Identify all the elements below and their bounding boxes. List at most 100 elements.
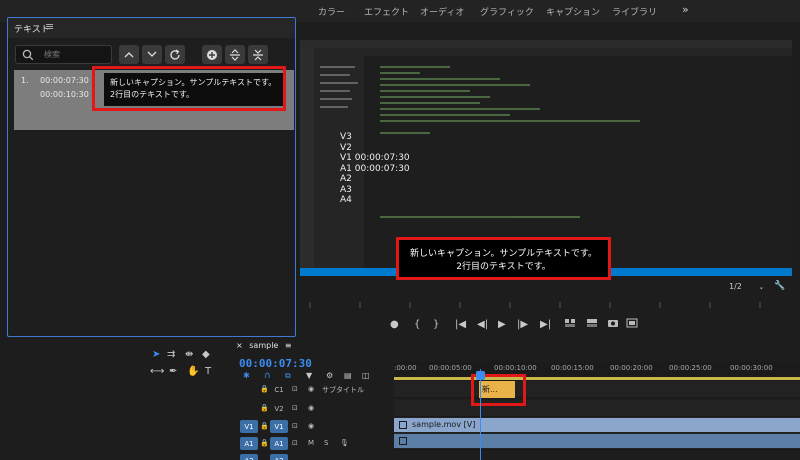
ripple-edit-tool-icon[interactable]: ⇼ — [185, 349, 193, 360]
caption-track-icon[interactable]: ▤ — [344, 371, 352, 380]
search-icon — [22, 49, 34, 61]
ruler-tick: :00:00 — [394, 364, 417, 372]
track-name-c1: サブタイトル — [322, 386, 364, 394]
slip-tool-icon[interactable]: ⟷ — [150, 366, 164, 377]
add-marker-button[interactable]: ● — [390, 319, 399, 330]
track-id-a2[interactable]: A2 — [270, 454, 288, 460]
workspace-more-button[interactable]: » — [682, 3, 689, 16]
mark-in-button[interactable]: { — [414, 319, 420, 330]
monitor-track-labels: V3 V2 V1 00:00:07:30 A1 00:00:07:30 A2 A… — [340, 132, 410, 206]
caption-options-icon[interactable]: ◫ — [362, 371, 370, 380]
lock-icon[interactable]: 🔒 — [260, 422, 269, 430]
workspace-tab-effects[interactable]: エフェクト — [364, 5, 409, 18]
resolution-value: 1/2 — [729, 282, 742, 291]
close-icon[interactable]: × — [236, 341, 243, 350]
caption-out-time[interactable]: 00:00:10:30 — [40, 90, 89, 99]
eye-icon[interactable]: ◉ — [308, 422, 314, 430]
mark-out-button[interactable]: } — [433, 319, 439, 330]
monitor-track-label-a1: A1 00:00:07:30 — [340, 163, 410, 174]
go-to-out-button[interactable]: ▶| — [540, 319, 551, 330]
split-icon — [230, 48, 240, 61]
wrench-icon[interactable]: 🔧 — [774, 281, 785, 291]
workspace-tab-libraries[interactable]: ライブラリ — [612, 5, 657, 18]
video-clip-label: sample.mov [V] — [412, 420, 476, 429]
microphone-icon[interactable]: 🎙 — [340, 439, 349, 447]
track-id-v2: V2 — [274, 404, 284, 413]
workspace-tab-graphics[interactable]: グラフィック — [480, 5, 534, 18]
track-select-tool-icon[interactable]: ⇉ — [167, 349, 175, 360]
source-patch-a1[interactable]: A1 — [240, 437, 258, 450]
monitor-track-label-a4: A4 — [340, 195, 352, 205]
source-patch-a2[interactable]: A2 — [240, 454, 258, 460]
workspace-tab-captions[interactable]: キャプション — [546, 5, 600, 18]
text-panel-header: テキスト ≡ — [8, 18, 295, 38]
go-to-in-button[interactable]: |◀ — [455, 319, 466, 330]
overwrite-icon[interactable] — [586, 318, 598, 328]
track-header-a2: A2 A2 — [232, 452, 392, 460]
razor-tool-icon[interactable]: ◆ — [202, 349, 210, 360]
snap-icon[interactable]: ∩ — [264, 371, 271, 381]
settings-wrench-icon[interactable]: ⚙ — [326, 371, 333, 380]
insert-icon[interactable] — [564, 318, 576, 328]
lock-icon[interactable]: 🔒 — [260, 439, 269, 447]
merge-caption-button[interactable] — [248, 45, 268, 64]
sequence-menu-icon[interactable]: ≡ — [285, 341, 292, 350]
work-area-bar[interactable] — [394, 377, 800, 380]
audio-clip[interactable] — [394, 434, 800, 448]
track-row-v2[interactable] — [394, 400, 800, 417]
caption-in-time[interactable]: 00:00:07:30 — [40, 76, 89, 85]
track-id-a1[interactable]: A1 — [270, 437, 288, 450]
eye-icon[interactable]: ◉ — [308, 385, 314, 393]
next-caption-button[interactable] — [142, 45, 162, 64]
play-button[interactable]: ▶ — [498, 319, 506, 330]
selection-tool-icon[interactable]: ➤ — [152, 349, 160, 360]
step-forward-button[interactable]: |▶ — [517, 319, 528, 330]
replace-button[interactable] — [165, 45, 185, 64]
previous-caption-button[interactable] — [119, 45, 139, 64]
workspace-tab-color[interactable]: カラー — [318, 5, 345, 18]
ruler-tick: 00:00:15:00 — [551, 364, 594, 372]
sync-lock-icon[interactable]: ⊡ — [292, 385, 298, 393]
chevron-down-icon: ⌄ — [758, 283, 765, 291]
playhead-handle[interactable] — [476, 371, 485, 380]
search-input[interactable]: 検索 — [15, 45, 112, 64]
lock-icon[interactable]: 🔒 — [260, 385, 269, 393]
linked-selection-icon[interactable]: ⧉ — [285, 371, 291, 381]
panel-menu-icon[interactable]: ≡ — [45, 20, 54, 33]
resolution-dropdown[interactable]: 1/2 ⌄ — [729, 282, 764, 291]
ruler-tick: 00:00:25:00 — [669, 364, 712, 372]
split-caption-button[interactable] — [225, 45, 245, 64]
step-back-button[interactable]: ◀| — [477, 319, 488, 330]
video-clip[interactable]: sample.mov [V] — [394, 418, 800, 432]
track-row-c1[interactable] — [394, 381, 800, 398]
sync-lock-icon[interactable]: ⊡ — [292, 404, 298, 412]
type-tool-icon[interactable]: T — [205, 366, 211, 377]
monitor-track-label-v3: V3 — [340, 132, 352, 142]
highlight-box — [92, 66, 286, 111]
source-patch-v1[interactable]: V1 — [240, 420, 258, 433]
add-caption-button[interactable] — [202, 45, 222, 64]
nest-icon[interactable]: ✱ — [243, 371, 250, 380]
marker-icon[interactable]: ▼ — [306, 371, 312, 380]
mute-icon[interactable]: M — [308, 439, 314, 447]
playhead-line[interactable] — [480, 369, 481, 460]
hand-tool-icon[interactable]: ✋ — [187, 366, 199, 377]
monitor-caption-line-2: 2行目のテキストです。 — [456, 262, 551, 272]
pen-tool-icon[interactable]: ✒ — [169, 366, 177, 377]
playhead-timecode[interactable]: 00:00:07:30 — [239, 357, 312, 370]
track-id-v1[interactable]: V1 — [270, 420, 288, 433]
lock-icon[interactable]: 🔒 — [260, 404, 269, 412]
sync-lock-icon[interactable]: ⊡ — [292, 422, 298, 430]
fx-badge-icon — [399, 421, 407, 429]
sequence-tab[interactable]: × sample ≡ — [236, 341, 292, 350]
sync-lock-icon[interactable]: ⊡ — [292, 439, 298, 447]
export-frame-icon[interactable] — [626, 318, 638, 328]
solo-icon[interactable]: S — [324, 439, 328, 447]
camera-icon[interactable] — [607, 318, 619, 328]
ruler-tick: 00:00:05:00 — [429, 364, 472, 372]
refresh-icon — [170, 48, 180, 60]
track-header-v1: V1 🔒 V1 ⊡ ◉ — [232, 418, 392, 435]
eye-icon[interactable]: ◉ — [308, 404, 314, 412]
monitor-ruler — [309, 302, 761, 308]
workspace-tab-audio[interactable]: オーディオ — [420, 5, 464, 18]
